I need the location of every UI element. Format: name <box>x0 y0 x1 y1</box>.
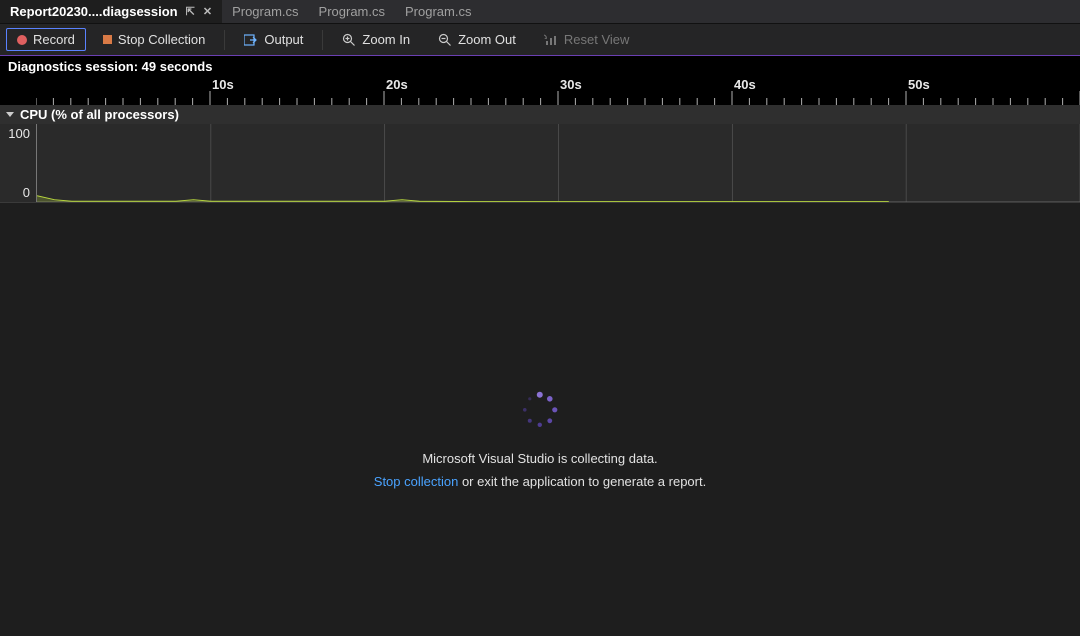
status-hint: Stop collection or exit the application … <box>374 474 706 489</box>
zoom-in-icon <box>342 33 356 47</box>
disclosure-icon <box>6 112 14 117</box>
record-label: Record <box>33 32 75 47</box>
timeline-tick-label: 30s <box>560 77 582 92</box>
reset-view-icon <box>544 33 558 47</box>
tab-diagsession[interactable]: Report20230....diagsession ⇱ ✕ <box>0 0 222 23</box>
output-button[interactable]: Output <box>233 28 314 51</box>
stop-collection-button[interactable]: Stop Collection <box>92 28 216 51</box>
cpu-plot-area <box>36 124 1080 202</box>
reset-view-button: Reset View <box>533 28 641 51</box>
record-icon <box>17 35 27 45</box>
cpu-y-axis: 100 0 <box>0 124 36 202</box>
record-button[interactable]: Record <box>6 28 86 51</box>
y-max-label: 100 <box>8 126 30 141</box>
cpu-panel-header[interactable]: CPU (% of all processors) <box>0 105 1080 124</box>
timeline-tick-label: 20s <box>386 77 408 92</box>
zoom-in-label: Zoom In <box>362 32 410 47</box>
timeline-tick-label: 40s <box>734 77 756 92</box>
status-hint-rest: or exit the application to generate a re… <box>458 474 706 489</box>
tab-program-3[interactable]: Program.cs <box>395 0 481 23</box>
stop-label: Stop Collection <box>118 32 205 47</box>
status-message: Microsoft Visual Studio is collecting da… <box>374 451 706 466</box>
toolbar: Record Stop Collection Output Zoom In Zo… <box>0 24 1080 56</box>
tab-program-1[interactable]: Program.cs <box>222 0 308 23</box>
session-header-text: Diagnostics session: 49 seconds <box>8 59 212 74</box>
y-min-label: 0 <box>23 185 30 200</box>
timeline-tick-label: 10s <box>212 77 234 92</box>
tab-label: Program.cs <box>232 4 298 19</box>
tab-label: Program.cs <box>319 4 385 19</box>
zoom-out-label: Zoom Out <box>458 32 516 47</box>
output-label: Output <box>264 32 303 47</box>
stop-icon <box>103 35 112 44</box>
panel-divider[interactable] <box>0 202 1080 210</box>
stop-collection-link[interactable]: Stop collection <box>374 474 459 489</box>
output-icon <box>244 34 258 46</box>
timeline-tick-label: 50s <box>908 77 930 92</box>
zoom-in-button[interactable]: Zoom In <box>331 28 421 51</box>
cpu-title: CPU (% of all processors) <box>20 107 179 122</box>
status-center: Microsoft Visual Studio is collecting da… <box>374 391 706 489</box>
cpu-chart: 100 0 <box>0 124 1080 202</box>
toolbar-separator <box>224 30 225 50</box>
tab-label: Program.cs <box>405 4 471 19</box>
zoom-out-button[interactable]: Zoom Out <box>427 28 527 51</box>
tab-program-2[interactable]: Program.cs <box>309 0 395 23</box>
spinner-icon <box>521 391 559 429</box>
zoom-out-icon <box>438 33 452 47</box>
tab-label: Report20230....diagsession <box>10 4 178 19</box>
pin-icon[interactable]: ⇱ <box>186 5 195 18</box>
close-icon[interactable]: ✕ <box>203 5 212 18</box>
main-content: Microsoft Visual Studio is collecting da… <box>0 210 1080 634</box>
timeline-ruler[interactable]: 10s 20s 30s 40s 50s <box>0 77 1080 105</box>
session-header: Diagnostics session: 49 seconds <box>0 56 1080 77</box>
tab-bar: Report20230....diagsession ⇱ ✕ Program.c… <box>0 0 1080 24</box>
reset-view-label: Reset View <box>564 32 630 47</box>
toolbar-separator <box>322 30 323 50</box>
